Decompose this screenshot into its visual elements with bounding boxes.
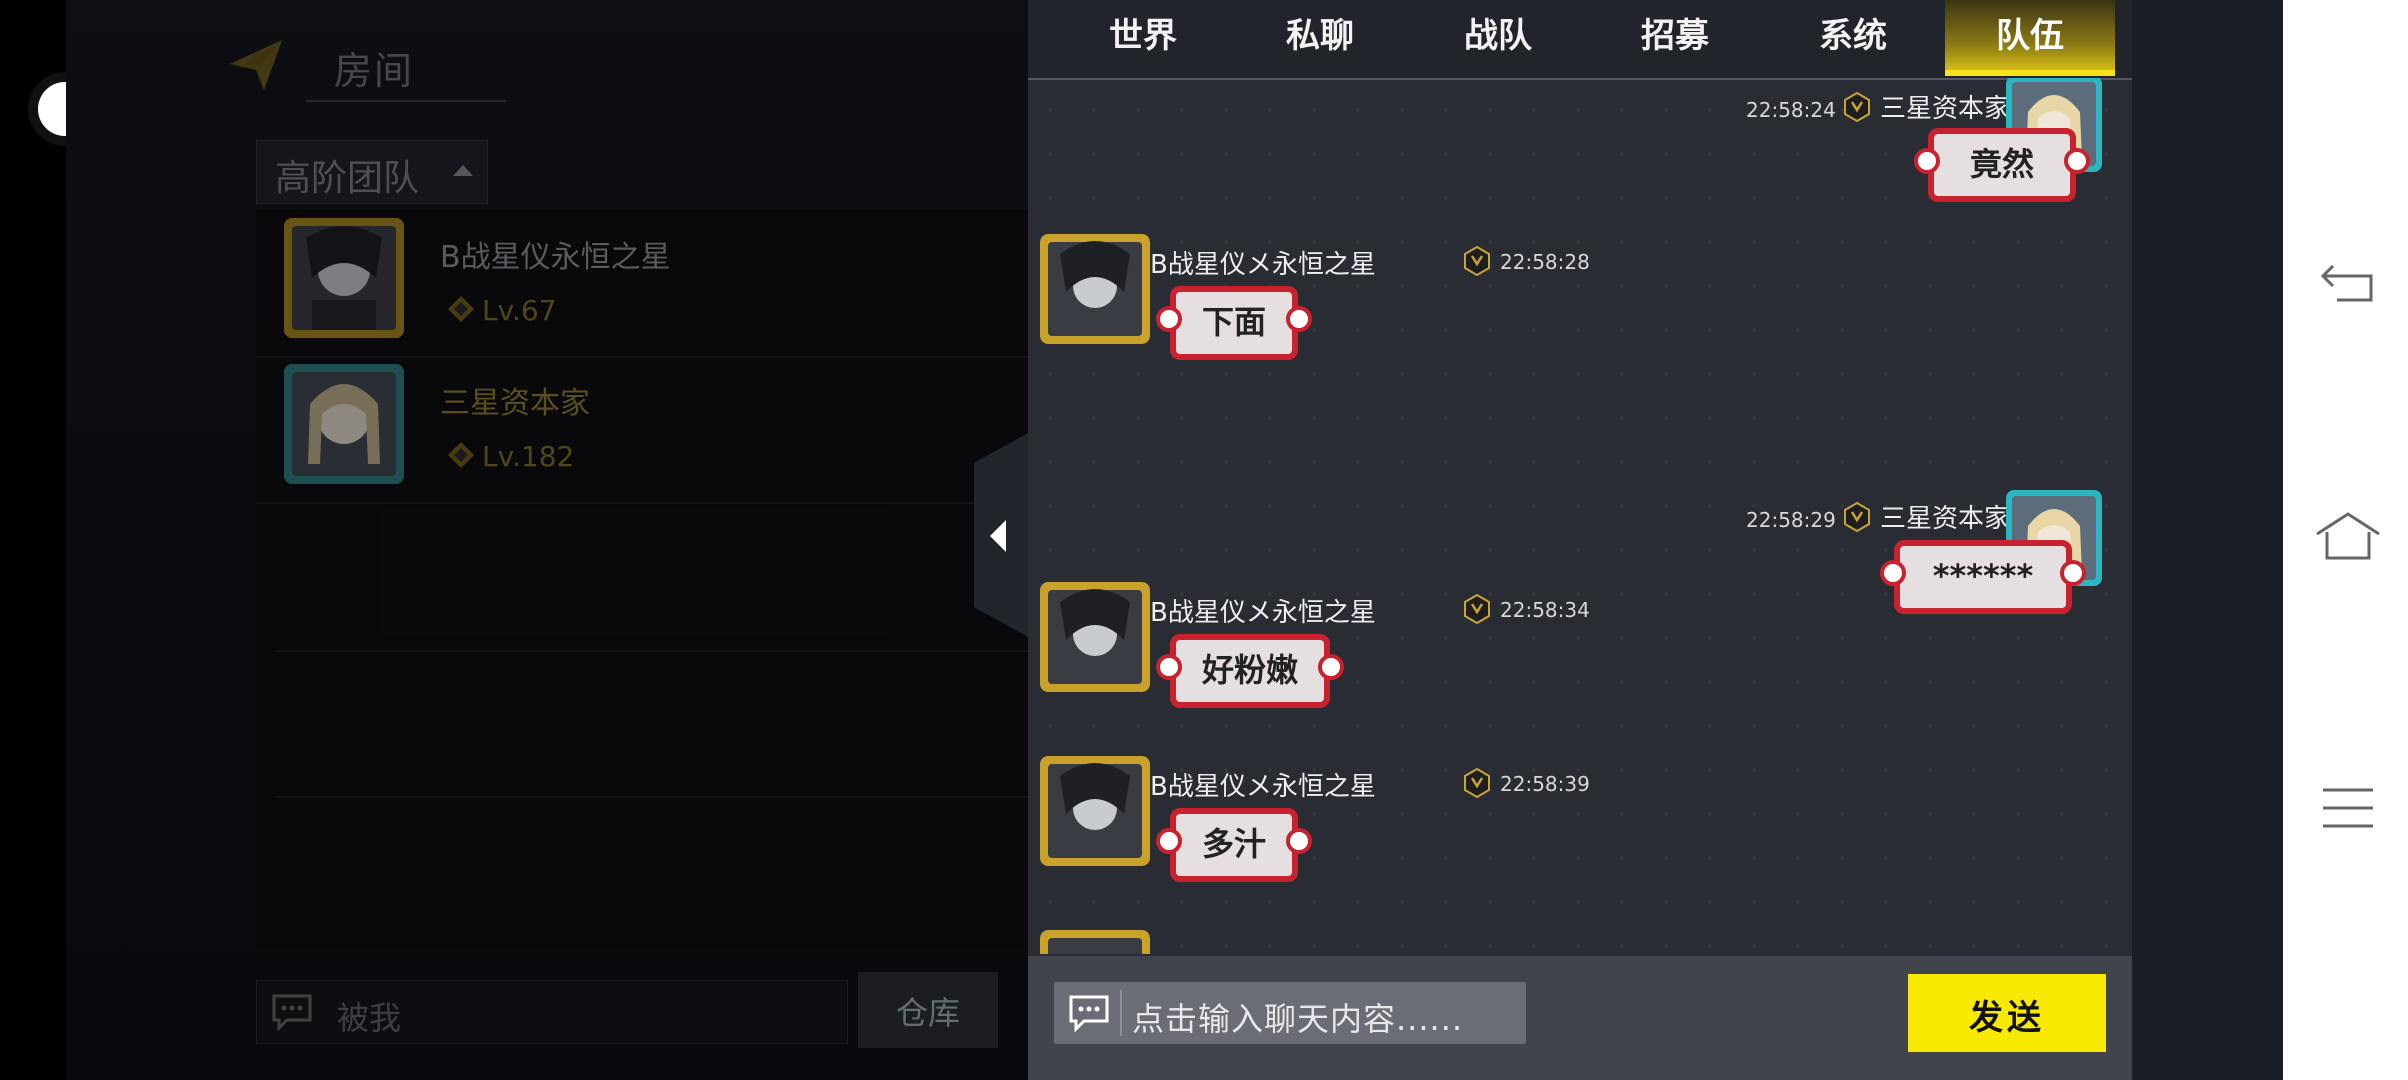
chat-tab-bar: 世界 私聊 战队 招募 系统 队伍 [1028, 0, 2132, 80]
empty-slot-divider [276, 650, 1048, 652]
chevron-left-icon [990, 520, 1006, 552]
tab-team[interactable]: 队伍 [1945, 0, 2115, 76]
rank-badge-icon [1844, 92, 1870, 122]
rank-badge-icon [1844, 502, 1870, 532]
member-row[interactable]: 三星资本家 Lv.182 [256, 356, 1028, 504]
system-nav-bar [2283, 0, 2408, 1080]
room-panel: 房间 高阶团队 B战星仪永恒之星 Lv.67 三星资本家 Lv.182 被我 仓… [66, 0, 1048, 1080]
chat-message: B战星仪メ永恒之星 22:58:28 下面 [1028, 228, 2132, 378]
collapse-chat-button[interactable] [974, 432, 1030, 638]
send-button[interactable]: 发送 [1908, 974, 2106, 1052]
caret-up-icon [453, 165, 473, 176]
message-sender: B战星仪メ永恒之星 [1150, 598, 1376, 628]
rank-badge-icon [1464, 246, 1490, 276]
tab-system[interactable]: 系统 [1768, 0, 1938, 76]
left-screen-edge [0, 0, 92, 1080]
menu-icon[interactable] [2321, 786, 2375, 830]
member-row[interactable]: B战星仪永恒之星 Lv.67 [256, 210, 1028, 358]
message-list[interactable]: 22:58:24 三星资本家 竟然 B战星仪メ永恒之星 22:58:28 下面 [1028, 78, 2132, 954]
message-bubble: 好粉嫩 [1156, 634, 1344, 708]
member-avatar [284, 364, 404, 484]
room-title: 房间 [334, 49, 415, 93]
sender-avatar [1040, 234, 1150, 344]
tab-world[interactable]: 世界 [1058, 0, 1228, 76]
message-sender: B战星仪メ永恒之星 [1150, 772, 1376, 802]
warehouse-label: 仓库 [895, 994, 960, 1032]
chat-message: 22:58:29 三星资本家 ****** [1028, 408, 2132, 614]
member-name: 三星资本家 [440, 386, 590, 421]
message-time: 22:58:24 [1746, 98, 1836, 122]
message-time: 22:58:29 [1746, 508, 1836, 532]
sender-avatar-partial [1040, 930, 1150, 954]
rank-badge-icon [448, 442, 474, 468]
message-sender: B战星仪メ永恒之星 [1150, 250, 1376, 280]
member-level: Lv.67 [482, 294, 557, 327]
rank-badge-icon [1464, 594, 1490, 624]
empty-slot-divider [276, 796, 1048, 798]
tab-clan[interactable]: 战队 [1413, 0, 1583, 76]
title-underline [306, 100, 506, 102]
sender-avatar [1040, 582, 1150, 692]
member-avatar [284, 218, 404, 338]
rank-badge-icon [448, 296, 474, 322]
back-icon[interactable] [2319, 256, 2375, 306]
sender-avatar [1040, 756, 1150, 866]
message-bubble: 竟然 [1914, 128, 2090, 202]
home-icon[interactable] [2313, 510, 2383, 562]
tab-recruit[interactable]: 招募 [1590, 0, 1760, 76]
chat-message: 22:58:24 三星资本家 竟然 [1028, 78, 2132, 202]
message-time: 22:58:34 [1500, 598, 1590, 622]
message-sender: 三星资本家 [1880, 94, 2011, 124]
message-bubble: 下面 [1156, 286, 1312, 360]
room-chat-input-value: 被我 [337, 999, 402, 1037]
chat-bubble-icon [272, 994, 312, 1031]
message-bubble: 多汁 [1156, 808, 1312, 882]
message-time: 22:58:28 [1500, 250, 1590, 274]
game-screen: 房间 高阶团队 B战星仪永恒之星 Lv.67 三星资本家 Lv.182 被我 仓… [66, 0, 2283, 1080]
message-time: 22:58:39 [1500, 772, 1590, 796]
team-type-label: 高阶团队 [275, 158, 420, 199]
chat-input-placeholder: 点击输入聊天内容...... [1132, 1000, 1464, 1038]
input-divider [1120, 990, 1122, 1036]
chat-message: B战星仪メ永恒之星 22:58:39 多汁 [1028, 750, 2132, 900]
warehouse-button[interactable]: 仓库 [858, 972, 998, 1048]
chat-panel: 世界 私聊 战队 招募 系统 队伍 22:58:24 三星资本家 竟然 B战星仪… [1028, 0, 2132, 1080]
chat-message: B战星仪メ永恒之星 22:58:34 好粉嫩 [1028, 576, 2132, 726]
room-chat-input[interactable]: 被我 [256, 980, 848, 1044]
chat-input[interactable]: 点击输入聊天内容...... [1054, 982, 1526, 1044]
rank-badge-icon [1464, 768, 1490, 798]
chat-bubble-icon [1069, 995, 1109, 1032]
member-level: Lv.182 [482, 440, 575, 473]
team-member-list: B战星仪永恒之星 Lv.67 三星资本家 Lv.182 [256, 210, 1048, 950]
message-sender: 三星资本家 [1880, 504, 2011, 534]
tab-private[interactable]: 私聊 [1235, 0, 1405, 76]
team-type-dropdown[interactable]: 高阶团队 [256, 140, 488, 204]
back-arrow-icon[interactable] [226, 36, 286, 92]
send-label: 发送 [1969, 998, 2045, 1038]
member-name: B战星仪永恒之星 [440, 240, 671, 275]
chat-input-area: 点击输入聊天内容...... 发送 [1028, 956, 2132, 1080]
